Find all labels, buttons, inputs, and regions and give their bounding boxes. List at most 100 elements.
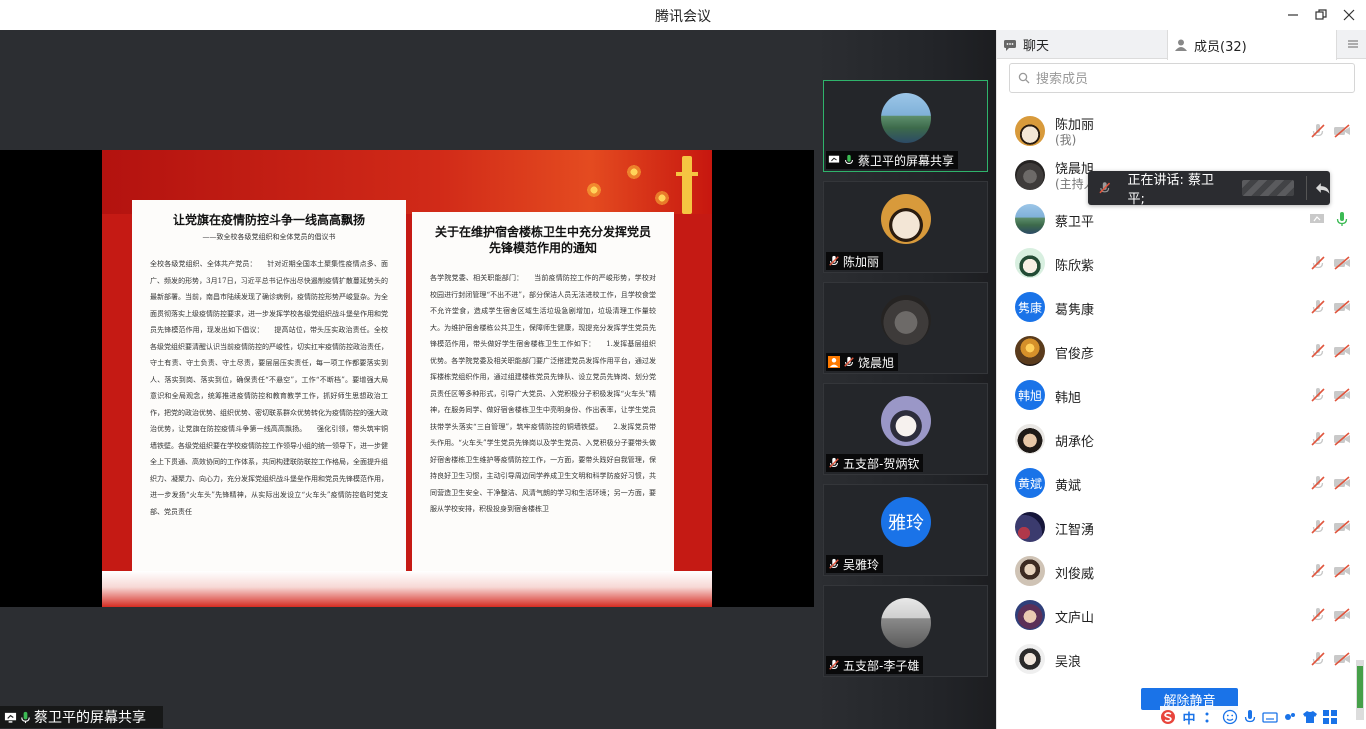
muted-microphone-icon[interactable] <box>1310 563 1326 579</box>
member-row[interactable]: 陈欣紫 <box>1013 244 1353 284</box>
search-input[interactable] <box>1036 70 1336 86</box>
muted-microphone-icon <box>829 659 839 670</box>
reply-arrow-icon[interactable] <box>1315 180 1330 196</box>
punctuation-icon[interactable] <box>1202 709 1218 725</box>
restore-icon <box>1315 9 1327 20</box>
participant-name: 陈加丽 <box>843 254 880 269</box>
member-name: 陈欣紫 <box>1055 259 1095 274</box>
camera-off-icon[interactable] <box>1333 343 1351 359</box>
member-row[interactable]: 刘俊威 <box>1013 552 1353 592</box>
microphone-icon[interactable] <box>1333 211 1351 227</box>
tab-members[interactable]: 成员(32) <box>1167 30 1337 60</box>
avatar <box>881 194 931 244</box>
camera-off-icon[interactable] <box>1333 519 1351 535</box>
video-tile[interactable]: 雅玲 吴雅玲 <box>823 484 988 576</box>
tab-chat[interactable]: 聊天 <box>997 30 1167 59</box>
video-tile[interactable]: 陈加丽 <box>823 181 988 273</box>
muted-microphone-icon[interactable] <box>1310 431 1326 447</box>
camera-off-icon[interactable] <box>1333 607 1351 623</box>
shared-screen-area: 让党旗在疫情防控斗争一线高高飘扬 ——致全校各级党组织和全体党员的倡议书 全校各… <box>0 30 814 729</box>
avatar <box>1015 556 1045 586</box>
muted-microphone-icon[interactable] <box>1310 299 1326 315</box>
camera-off-icon[interactable] <box>1333 563 1351 579</box>
muted-microphone-icon[interactable] <box>1310 651 1326 667</box>
emoji-icon[interactable] <box>1222 709 1238 725</box>
screen-share-label: 蔡卫平的屏幕共享 <box>0 706 163 728</box>
muted-microphone-icon <box>844 356 854 367</box>
video-tile[interactable]: 五支部-贺炳钦 <box>823 383 988 475</box>
sogou-s-icon[interactable] <box>1160 709 1176 725</box>
camera-off-icon[interactable] <box>1333 123 1351 139</box>
microphone-icon <box>845 154 853 164</box>
member-row[interactable]: 韩旭 韩旭 <box>1013 376 1353 416</box>
toolbox-icon[interactable] <box>1322 709 1338 725</box>
camera-off-icon[interactable] <box>1333 651 1351 667</box>
muted-microphone-icon[interactable] <box>1310 343 1326 359</box>
ime-chinese-mode[interactable]: 中 <box>1180 708 1198 727</box>
voice-input-icon[interactable] <box>1242 709 1258 725</box>
doc-subtitle-left: ——致全校各级党组织和全体党员的倡议书 <box>202 233 336 241</box>
huabiao-pillar-decoration <box>682 156 692 214</box>
video-tile[interactable]: 饶晨旭 <box>823 282 988 374</box>
camera-off-icon[interactable] <box>1333 475 1351 491</box>
doc-body-right: 各学院党委、相关职能部门： 当前疫情防控工作的严峻形势，学校对校园进行封闭管理“… <box>430 274 656 513</box>
video-name-label: 五支部-贺炳钦 <box>826 454 924 472</box>
member-row[interactable]: 江智湧 <box>1013 508 1353 548</box>
shared-slide: 让党旗在疫情防控斗争一线高高飘扬 ——致全校各级党组织和全体党员的倡议书 全校各… <box>102 150 712 607</box>
avatar <box>1015 600 1045 630</box>
minimize-button[interactable] <box>1282 4 1304 26</box>
tab-members-label: 成员(32) <box>1194 39 1247 55</box>
video-name-label: 蔡卫平的屏幕共享 <box>826 151 959 169</box>
menu-icon[interactable] <box>1345 36 1361 52</box>
screen-share-icon <box>4 712 17 723</box>
muted-microphone-icon[interactable] <box>1310 123 1326 139</box>
member-row[interactable]: 吴浪 <box>1013 640 1353 680</box>
speaking-indicator: 正在讲话: 蔡卫平; <box>1088 171 1330 207</box>
muted-microphone-icon <box>829 457 839 468</box>
member-search[interactable] <box>1009 63 1355 93</box>
member-row[interactable]: 胡承伦 <box>1013 420 1353 460</box>
avatar <box>1015 336 1045 366</box>
input-method-toolbar: 中 <box>1160 706 1366 728</box>
member-row[interactable]: 文庐山 <box>1013 596 1353 636</box>
member-row[interactable]: 陈加丽 (我) <box>1013 112 1353 152</box>
speaking-text: 正在讲话: 蔡卫平; <box>1127 173 1214 207</box>
video-tile[interactable]: 五支部-李子雄 <box>823 585 988 677</box>
muted-microphone-icon[interactable] <box>1310 387 1326 403</box>
video-tile[interactable]: 蔡卫平的屏幕共享 <box>823 80 988 172</box>
member-name: 胡承伦 <box>1055 435 1095 450</box>
camera-off-icon[interactable] <box>1333 255 1351 271</box>
slide-bottom-wave <box>102 571 712 607</box>
panel-tabs: 聊天 成员(32) <box>997 30 1366 60</box>
muted-microphone-icon[interactable] <box>1310 475 1326 491</box>
avatar <box>1015 644 1045 674</box>
muted-microphone-icon[interactable] <box>1310 255 1326 271</box>
skin-icon[interactable] <box>1282 709 1298 725</box>
keyboard-icon[interactable] <box>1262 709 1278 725</box>
member-name: 官俊彦 <box>1055 347 1095 362</box>
member-row[interactable]: 隽康 葛隽康 <box>1013 288 1353 328</box>
avatar <box>1015 248 1045 278</box>
firework-decoration <box>582 178 606 202</box>
video-tile-column[interactable]: 蔡卫平的屏幕共享 陈加丽 饶晨旭 五支部-贺炳钦 雅玲 吴雅玲 五支部-李子雄 <box>814 30 996 729</box>
camera-off-icon[interactable] <box>1333 431 1351 447</box>
chat-icon <box>1004 39 1016 51</box>
camera-off-icon[interactable] <box>1333 299 1351 315</box>
member-row[interactable]: 黄斌 黄斌 <box>1013 464 1353 504</box>
minimize-icon <box>1288 14 1298 16</box>
restore-button[interactable] <box>1310 4 1332 26</box>
camera-off-icon[interactable] <box>1333 387 1351 403</box>
close-button[interactable] <box>1338 4 1360 26</box>
muted-microphone-icon[interactable] <box>1310 607 1326 623</box>
member-name: 蔡卫平 <box>1055 215 1095 230</box>
shirt-icon[interactable] <box>1302 709 1318 725</box>
doc-title-left: 让党旗在疫情防控斗争一线高高飘扬 <box>172 213 365 227</box>
avatar: 隽康 <box>1015 292 1045 322</box>
member-row[interactable]: 官俊彦 <box>1013 332 1353 372</box>
search-icon <box>1018 72 1030 84</box>
pillar-crossbar-decoration <box>676 172 698 176</box>
muted-microphone-icon[interactable] <box>1310 519 1326 535</box>
audio-level-fill <box>1357 666 1363 708</box>
member-name: 文庐山 <box>1055 611 1095 626</box>
firework-decoration <box>650 186 674 210</box>
